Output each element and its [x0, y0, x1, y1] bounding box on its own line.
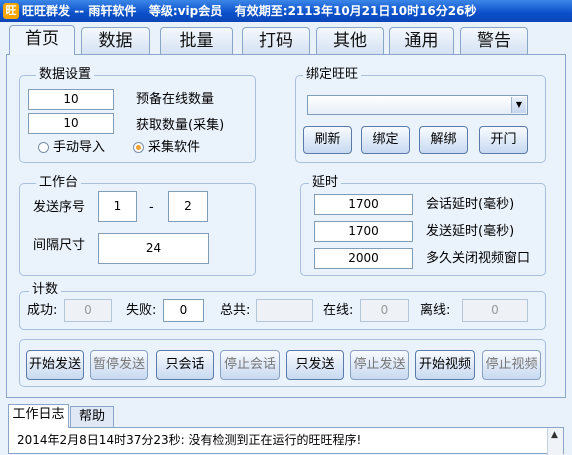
fail-count-field: 0: [163, 299, 204, 322]
tab-captcha[interactable]: 打码: [242, 27, 310, 54]
app-icon: 旺: [3, 3, 19, 19]
radio-collect-label: 采集软件: [148, 140, 201, 155]
bind-wangwang-title: 绑定旺旺: [303, 68, 362, 82]
tab-worklog[interactable]: 工作日志: [8, 404, 69, 428]
fail-label: 失败:: [126, 303, 157, 318]
stats-title: 计数: [29, 283, 62, 297]
radio-manual-import[interactable]: [38, 142, 49, 153]
success-label: 成功:: [27, 303, 58, 318]
work-log-box[interactable]: 2014年2月8日14时37分23秒: 没有检测到正在运行的旺旺程序! ▲: [8, 427, 564, 455]
refresh-button[interactable]: 刷新: [303, 126, 352, 154]
tab-data[interactable]: 数据: [81, 27, 150, 54]
online-count-field: 0: [360, 299, 409, 322]
send-delay-label: 发送延时(毫秒): [426, 224, 515, 239]
wangwang-account-select[interactable]: ▼: [307, 95, 528, 115]
seq-dash: -: [149, 200, 154, 215]
title-level: 等级:vip会员: [148, 4, 223, 18]
open-button[interactable]: 开门: [479, 126, 528, 154]
offline-count-field: 0: [462, 299, 528, 322]
only-session-button[interactable]: 只会话: [156, 350, 214, 380]
close-video-delay-label: 多久关闭视频窗口: [426, 251, 531, 266]
fetch-count-label: 获取数量(采集): [136, 118, 225, 133]
workbench-title: 工作台: [36, 176, 82, 190]
radio-collect-software[interactable]: [133, 142, 144, 153]
tab-general[interactable]: 通用: [389, 27, 454, 54]
chevron-down-icon[interactable]: ▼: [511, 97, 526, 113]
pause-send-button[interactable]: 暂停发送: [90, 350, 148, 380]
offline-label: 离线:: [420, 303, 451, 318]
delay-title: 延时: [309, 176, 342, 190]
stop-session-button[interactable]: 停止会话: [220, 350, 280, 380]
log-line: 2014年2月8日14时37分23秒: 没有检测到正在运行的旺旺程序!: [17, 433, 362, 447]
bind-button[interactable]: 绑定: [361, 126, 410, 154]
tab-warning[interactable]: 警告: [460, 27, 528, 54]
log-scrollbar[interactable]: ▲: [547, 428, 563, 455]
gap-size-input[interactable]: 24: [98, 233, 209, 264]
fetch-count-input[interactable]: 10: [28, 113, 114, 134]
data-settings-title: 数据设置: [36, 68, 95, 82]
tab-batch[interactable]: 批量: [160, 27, 233, 54]
close-video-delay-input[interactable]: 2000: [314, 248, 413, 269]
session-delay-label: 会话延时(毫秒): [426, 197, 515, 212]
send-seq-from-input[interactable]: 1: [98, 191, 137, 222]
send-seq-to-input[interactable]: 2: [168, 191, 208, 222]
reserve-online-input[interactable]: 10: [28, 89, 114, 110]
session-delay-input[interactable]: 1700: [314, 194, 413, 215]
start-send-button[interactable]: 开始发送: [26, 350, 84, 380]
online-label: 在线:: [323, 303, 354, 318]
total-label: 总共:: [220, 303, 251, 318]
only-send-button[interactable]: 只发送: [286, 350, 344, 380]
stop-send-button[interactable]: 停止发送: [350, 350, 409, 380]
start-video-button[interactable]: 开始视频: [415, 350, 475, 380]
scroll-up-icon[interactable]: ▲: [551, 430, 558, 440]
total-count-field: [256, 299, 313, 322]
title-bar[interactable]: 旺 旺旺群发 -- 雨轩软件 等级:vip会员 有效期至:2113年10月21日…: [0, 0, 572, 22]
send-delay-input[interactable]: 1700: [314, 221, 413, 242]
tab-help[interactable]: 帮助: [70, 406, 114, 428]
tab-other[interactable]: 其他: [316, 27, 384, 54]
title-vendor: 雨轩软件: [88, 4, 137, 18]
tab-home[interactable]: 首页: [9, 25, 75, 55]
window-title: 旺旺群发 -- 雨轩软件 等级:vip会员 有效期至:2113年10月21日10…: [22, 3, 476, 19]
send-seq-label: 发送序号: [33, 200, 86, 215]
title-expire: 有效期至:2113年10月21日10时16分26秒: [234, 4, 477, 18]
unbind-button[interactable]: 解绑: [419, 126, 468, 154]
stop-video-button[interactable]: 停止视频: [482, 350, 541, 380]
radio-manual-label: 手动导入: [53, 140, 106, 155]
gap-size-label: 间隔尺寸: [33, 238, 86, 253]
title-sep: --: [70, 4, 89, 18]
reserve-online-label: 预备在线数量: [136, 92, 215, 107]
success-count-field: 0: [64, 299, 112, 322]
title-app: 旺旺群发: [22, 4, 71, 18]
